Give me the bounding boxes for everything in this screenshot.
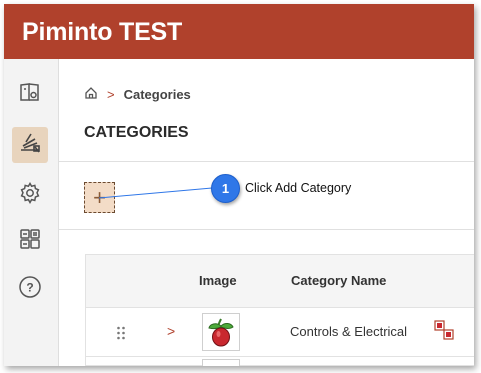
breadcrumb-current: Categories (123, 87, 191, 102)
callout-badge: 1 (211, 174, 240, 203)
sidebar-item-categories[interactable] (12, 127, 48, 163)
column-header-image[interactable]: Image (199, 273, 237, 288)
chevron-right-icon: > (107, 87, 115, 102)
category-thumbnail (202, 359, 240, 366)
main-content: > Categories CATEGORIES + 1 Click Add Ca… (59, 59, 474, 366)
related-items-icon[interactable] (434, 320, 454, 345)
help-icon: ? (18, 275, 42, 304)
svg-text:?: ? (26, 280, 33, 294)
sidebar-item-apps[interactable] (12, 223, 48, 259)
gear-icon (18, 181, 42, 210)
page-title: CATEGORIES (84, 124, 189, 141)
divider (59, 161, 474, 162)
breadcrumb: > Categories (84, 86, 191, 103)
category-icon (17, 130, 43, 161)
table-header: Image Category Name (86, 255, 474, 308)
expand-chevron-icon[interactable]: > (167, 323, 175, 339)
app-header: Piminto TEST (4, 4, 474, 59)
app-window: Piminto TEST ? > Categories CATEGORIES +… (4, 4, 474, 366)
sidebar-item-catalog[interactable] (12, 76, 48, 112)
apps-grid-icon (18, 227, 42, 256)
app-title: Piminto TEST (22, 18, 183, 46)
drag-handle-icon[interactable] (116, 325, 126, 346)
divider (59, 229, 474, 230)
sidebar-item-settings[interactable] (12, 177, 48, 213)
categories-table: Image Category Name > Controls & Electri… (85, 254, 474, 366)
sidebar: ? (4, 59, 59, 366)
add-category-button[interactable]: + (84, 182, 115, 213)
sidebar-item-help[interactable]: ? (12, 271, 48, 307)
category-name: Controls & Electrical (290, 324, 408, 339)
fruit-icon (208, 318, 234, 347)
book-icon (18, 80, 42, 109)
table-row[interactable]: > Controls & Electrical (86, 308, 474, 357)
column-header-category-name[interactable]: Category Name (291, 273, 386, 288)
plus-icon: + (93, 184, 106, 210)
category-thumbnail (202, 313, 240, 351)
callout-text: Click Add Category (245, 181, 352, 195)
home-icon[interactable] (84, 86, 98, 103)
